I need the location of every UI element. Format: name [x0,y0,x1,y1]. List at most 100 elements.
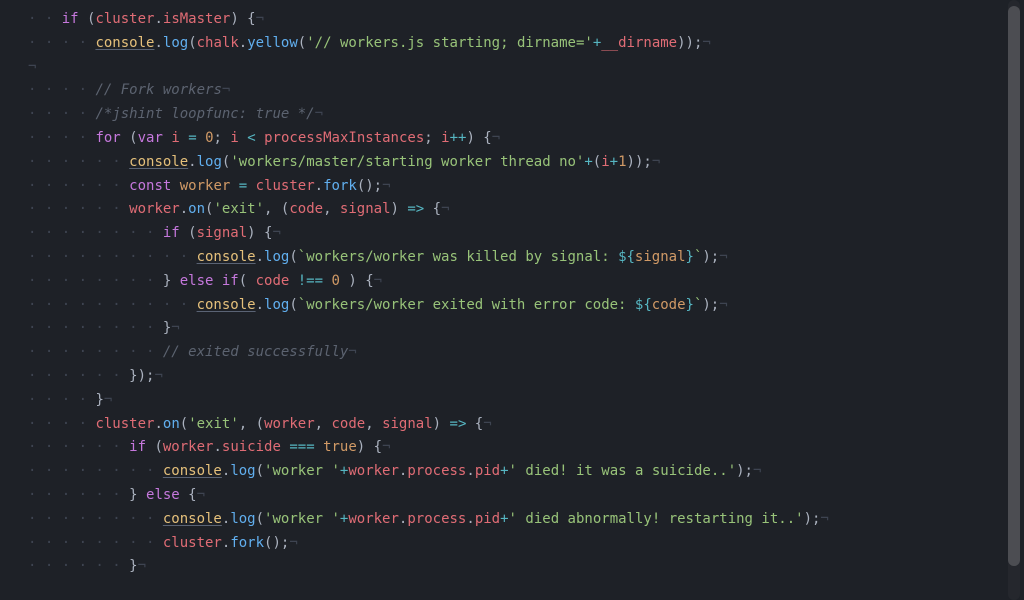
token-pun: . [154,416,162,432]
code-line[interactable]: · · · · cluster.on('exit', (worker, code… [28,413,1024,437]
token-pun: ) { [466,130,491,146]
newline-marker: ¬ [272,225,280,241]
token-kw: const [129,178,171,194]
token-pun: ( [593,154,601,170]
token-pun: { [180,487,197,503]
token-str: ' died! it was a suicide..' [509,463,737,479]
code-line[interactable]: · · · · · · const worker = cluster.fork(… [28,175,1024,199]
token-pun [213,273,221,289]
code-line[interactable]: · · · · · · · · } else if( code !== 0 ) … [28,270,1024,294]
code-line[interactable]: · · · · · · · · }¬ [28,317,1024,341]
token-id: processMaxInstances [264,130,424,146]
indent-guide: · · · · · · [28,368,129,384]
code-line[interactable]: · · · · · · });¬ [28,365,1024,389]
token-pun: . [466,511,474,527]
token-pun: . [213,439,221,455]
token-op: === [289,439,314,455]
token-pun: { [466,416,483,432]
code-line[interactable]: · · · · · · · · // exited successfully¬ [28,341,1024,365]
indent-guide: · · · · · · · · [28,273,163,289]
token-pun: . [466,463,474,479]
code-line[interactable]: · · · · /*jshint loopfunc: true */¬ [28,103,1024,127]
code-line[interactable]: ¬ [28,56,1024,80]
token-id: signal [382,416,433,432]
token-id: code [256,273,290,289]
token-pun: ( [180,416,188,432]
token-obj: console [197,297,256,313]
token-id: pid [475,511,500,527]
code-line[interactable]: · · · · · · console.log('workers/master/… [28,151,1024,175]
token-op: + [610,154,618,170]
token-pun: . [188,154,196,170]
token-pun: { [424,201,441,217]
token-pun: ); [702,249,719,265]
token-id: process [407,511,466,527]
indent-guide: · · · · · · [28,178,129,194]
code-line[interactable]: · · · · · · · · · · console.log(`workers… [28,246,1024,270]
token-op: => [407,201,424,217]
indent-guide: · · · · · · [28,558,129,574]
indent-guide: · · · · · · · · [28,511,163,527]
indent-guide: · · · · · · · · [28,344,163,360]
code-block[interactable]: · · if (cluster.isMaster) {¬ · · · · cons… [0,8,1024,579]
token-id: signal [340,201,391,217]
token-pun: ) { [230,11,255,27]
token-pun [239,130,247,146]
token-kw: for [95,130,120,146]
code-line[interactable]: · · · · for (var i = 0; i < processMaxIn… [28,127,1024,151]
indent-guide: · · · · [28,106,95,122]
token-pun: ); [804,511,821,527]
newline-marker: ¬ [138,558,146,574]
token-cmt: // Fork workers [95,82,221,98]
newline-marker: ¬ [483,416,491,432]
token-tpl: `workers/worker was killed by signal: [298,249,618,265]
code-line[interactable]: · · · · · · }¬ [28,555,1024,579]
token-pun [230,178,238,194]
code-line[interactable]: · · · · console.log(chalk.yellow('// wor… [28,32,1024,56]
token-id: i [441,130,449,146]
newline-marker: ¬ [171,320,179,336]
token-pun: ( [188,35,196,51]
code-line[interactable]: · · · · · · } else {¬ [28,484,1024,508]
code-line[interactable]: · · · · · · · · if (signal) {¬ [28,222,1024,246]
code-line[interactable]: · · · · · · · · console.log('worker '+wo… [28,508,1024,532]
token-pun: . [180,201,188,217]
newline-marker: ¬ [348,344,356,360]
token-id: __dirname [601,35,677,51]
token-pun: ); [736,463,753,479]
scrollbar-thumb[interactable] [1008,6,1020,566]
newline-marker: ¬ [719,249,727,265]
token-pun: . [256,297,264,313]
code-line[interactable]: · · · · · · worker.on('exit', (code, sig… [28,198,1024,222]
token-id: i [230,130,238,146]
indent-guide: · · · · · · [28,154,129,170]
token-str: 'workers/master/starting worker thread n… [230,154,584,170]
token-str: 'worker ' [264,511,340,527]
token-pun: (); [357,178,382,194]
token-id: process [407,463,466,479]
code-line[interactable]: · · · · · · · · · · console.log(`workers… [28,294,1024,318]
code-line[interactable]: · · · · }¬ [28,389,1024,413]
token-pun: . [239,35,247,51]
token-obj: console [163,511,222,527]
newline-marker: ¬ [820,511,828,527]
code-line[interactable]: · · · · · · · · console.log('worker '+wo… [28,460,1024,484]
newline-marker: ¬ [104,392,112,408]
token-id: code [289,201,323,217]
newline-marker: ¬ [315,106,323,122]
token-id: worker [129,201,180,217]
newline-marker: ¬ [719,297,727,313]
code-line[interactable]: · · · · // Fork workers¬ [28,79,1024,103]
token-pun: ) [391,201,408,217]
code-line[interactable]: · · · · · · if (worker.suicide === true)… [28,436,1024,460]
code-line[interactable]: · · · · · · · · cluster.fork();¬ [28,532,1024,556]
token-fn: log [163,35,188,51]
code-editor[interactable]: · · if (cluster.isMaster) {¬ · · · · cons… [0,0,1024,600]
token-pun [171,178,179,194]
token-op: ++ [450,130,467,146]
token-op: + [584,154,592,170]
token-pun: , [323,201,340,217]
newline-marker: ¬ [374,273,382,289]
code-line[interactable]: · · if (cluster.isMaster) {¬ [28,8,1024,32]
newline-marker: ¬ [492,130,500,146]
